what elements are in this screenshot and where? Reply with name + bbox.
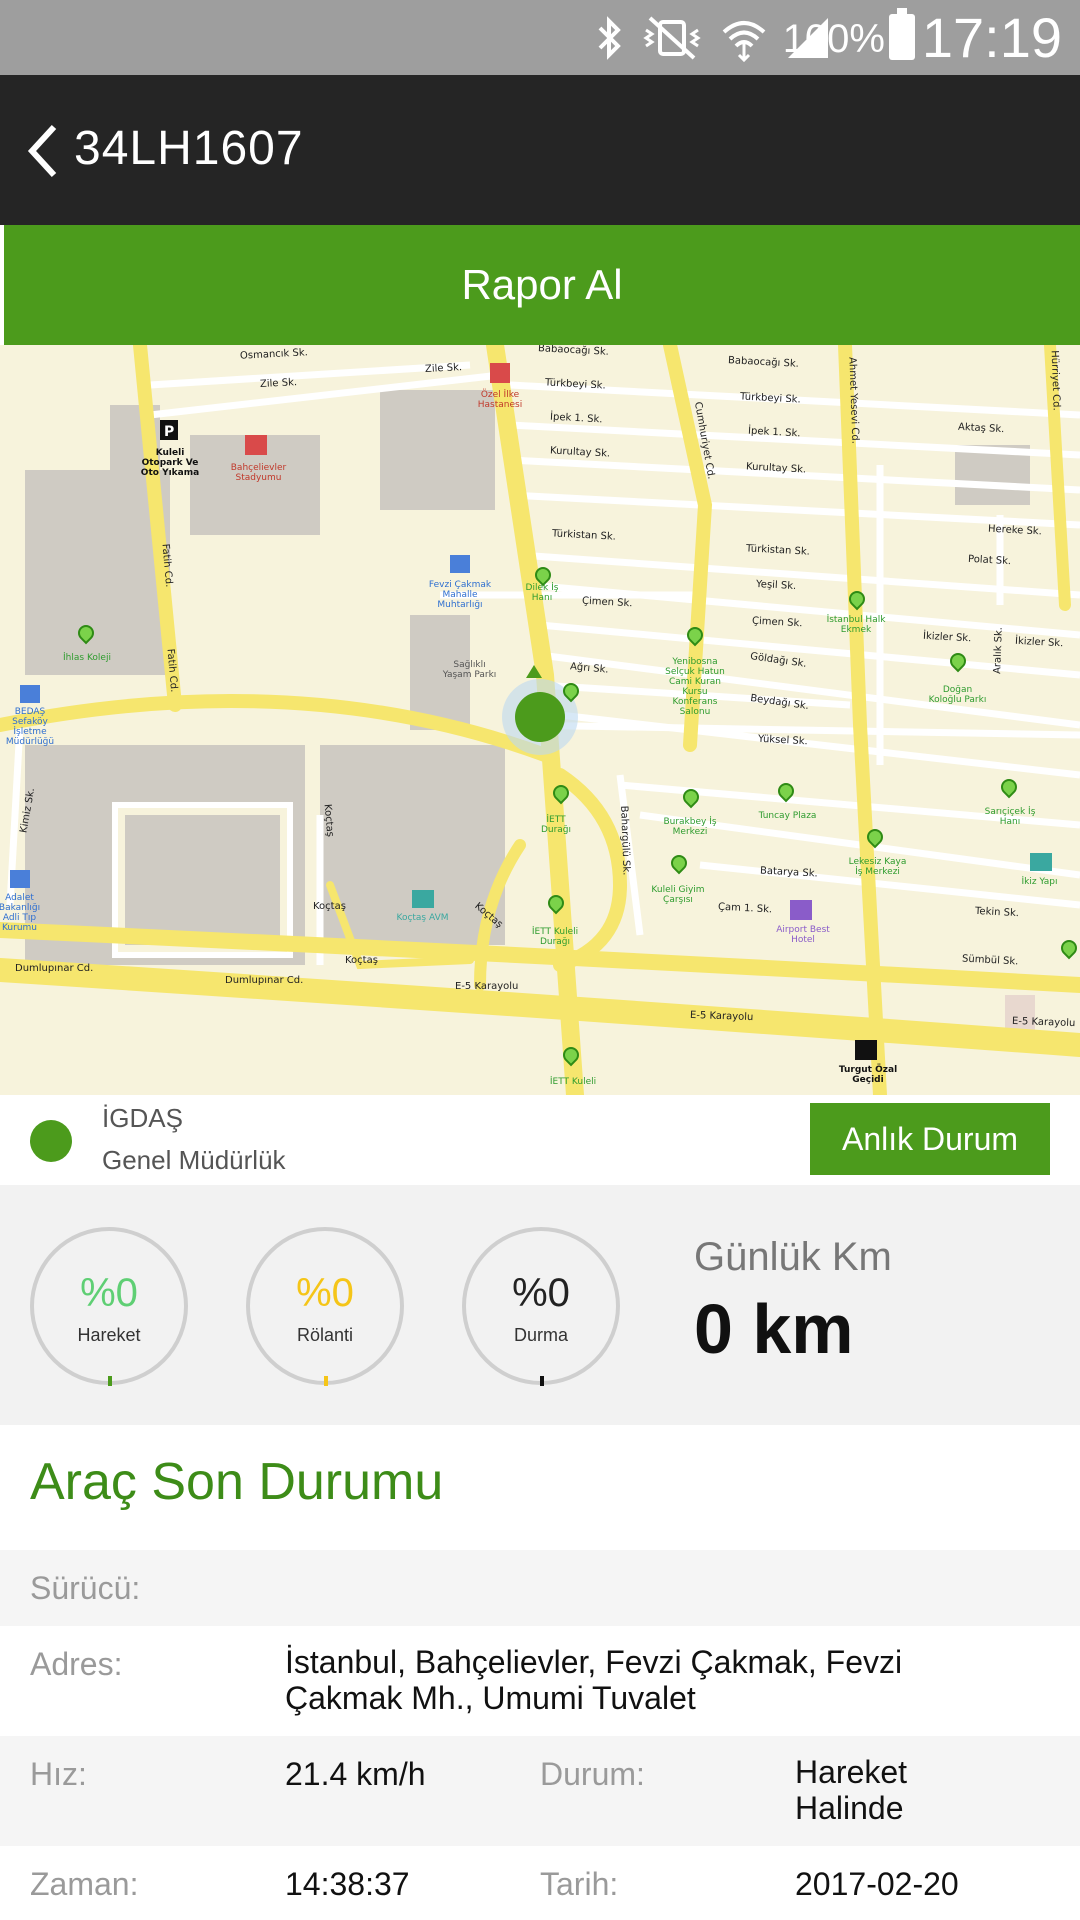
map-poi-label: İETT Durağı <box>540 815 572 835</box>
state-label: Durum: <box>540 1756 645 1792</box>
speed-label: Hız: <box>30 1756 87 1792</box>
map-poi-label: Kuleli Giyim Çarşısı <box>651 885 705 905</box>
time-value: 14:38:37 <box>285 1866 410 1902</box>
gauge-tick <box>540 1376 544 1386</box>
vehicle-status-dot <box>30 1120 72 1162</box>
speed-row: Hız: 21.4 km/h Durum: Hareket Halinde <box>0 1736 1080 1846</box>
company-name: İGDAŞ <box>102 1103 183 1133</box>
map-street-label: Koçtaş <box>345 955 378 966</box>
report-button[interactable]: Rapor Al <box>0 225 1080 345</box>
map-street-label: Tekin Sk. <box>974 905 1020 920</box>
map-street-label: Koçtaş <box>313 901 346 912</box>
vehicle-info: İGDAŞ Genel Müdürlük Anlık Durum <box>0 1095 1080 1185</box>
map-poi-label: Bahçelievler Stadyumu <box>230 463 287 483</box>
map-street-label: Dumlupınar Cd. <box>225 975 304 986</box>
wifi-icon <box>722 21 766 62</box>
map-poi-label: İhlas Koleji <box>63 653 111 663</box>
map-poi-label: İkiz Yapı <box>1021 877 1058 887</box>
map-street-label: E-5 Karayolu <box>1011 1015 1076 1030</box>
vibrate-icon <box>643 16 701 60</box>
map-street-label: Zile Sk. <box>259 377 298 390</box>
clock: 17:19 <box>921 6 1062 69</box>
map-street-label: E-5 Karayolu <box>455 981 519 992</box>
gauge-label: Hareket <box>77 1325 141 1345</box>
map-poi-label: Sağlıklı Yaşam Parkı <box>442 660 497 680</box>
instant-status-button[interactable]: Anlık Durum <box>810 1103 1050 1175</box>
map-poi-label: İETT Kuleli Durağı <box>531 927 579 947</box>
gauge-label: Durma <box>513 1325 568 1345</box>
map-poi-label: Özel İlke Hastanesi <box>477 390 523 410</box>
gauge-tick <box>108 1376 112 1386</box>
map-poi-label: Tuncay Plaza <box>758 811 817 821</box>
map-street-label: Dumlupınar Cd. <box>15 963 94 974</box>
map-poi-label: Fevzi Çakmak Mahalle Muhtarlığı <box>428 580 492 610</box>
map-street-label: E-5 Karayolu <box>689 1009 754 1024</box>
time-label: Zaman: <box>30 1866 139 1902</box>
date-label: Tarih: <box>540 1866 619 1902</box>
stats-panel: %0 Hareket %0 Rölanti %0 Durma Günlük Km… <box>0 1185 1080 1425</box>
map-street-label: Aralık Sk. <box>992 626 1005 675</box>
map-poi-label: BEDAŞ Sefaköy İşletme Müdürlüğü <box>5 707 55 747</box>
map-street-label: Zile Sk. <box>424 362 463 375</box>
gauge-stop: %0 Durma <box>462 1227 620 1386</box>
map-poi-label: Kuleli Otopark Ve Oto Yıkama <box>140 448 200 478</box>
address-label: Adres: <box>30 1646 123 1682</box>
map-poi-label: Airport Best Hotel <box>776 925 830 945</box>
map-poi-label: Sarıçiçek İş Hanı <box>984 807 1036 827</box>
gauge-value: %0 <box>512 1271 570 1315</box>
battery-icon <box>889 8 915 60</box>
map-poi-label: Adalet Bakanlığı Adli Tıp Kurumu <box>0 893 41 933</box>
driver-label: Sürücü: <box>30 1570 141 1606</box>
map-view[interactable]: P Osmancık Sk. Zile Sk. Zile Sk. Babaoca… <box>0 345 1080 1095</box>
svg-text:P: P <box>164 424 174 440</box>
app-bar: 34LH1607 <box>0 75 1080 225</box>
department-name: Genel Müdürlük <box>102 1145 286 1175</box>
section-title: Araç Son Durumu <box>30 1453 444 1511</box>
speed-value: 21.4 km/h <box>285 1756 426 1792</box>
map-poi-label: İETT Kuleli <box>549 1077 597 1087</box>
map-poi-label: Koçtaş AVM <box>396 913 449 923</box>
map-poi-label: Dilek İş Hanı <box>525 583 559 603</box>
map-street-label: Hürriyet Cd. <box>1048 350 1062 411</box>
battery-level: 100% <box>782 17 885 61</box>
map-street-label: Yeşil Sk. <box>755 578 797 593</box>
daily-km-title: Günlük Km <box>694 1235 892 1279</box>
address-row: Adres: İstanbul, Bahçelievler, Fevzi Çak… <box>0 1626 1080 1736</box>
gauge-idle: %0 Rölanti <box>246 1227 404 1386</box>
chevron-left-icon <box>27 124 57 178</box>
back-button[interactable] <box>24 121 64 181</box>
page-title: 34LH1607 <box>74 122 304 175</box>
map-poi-label: Doğan Koloğlu Parkı <box>928 685 987 705</box>
daily-km-value: 0 km <box>694 1290 854 1368</box>
gauge-value: %0 <box>80 1271 138 1315</box>
map-poi-label: İstanbul Halk Ekmek <box>826 615 886 635</box>
bluetooth-icon <box>598 16 621 60</box>
map-poi-label: Burakbey İş Merkezi <box>663 817 717 837</box>
gauge-tick <box>324 1376 328 1386</box>
date-value: 2017-02-20 <box>795 1866 959 1902</box>
gauge-movement: %0 Hareket <box>30 1227 188 1386</box>
map-street-label: Aktaş Sk. <box>957 421 1005 436</box>
gauge-value: %0 <box>296 1271 354 1315</box>
map-street-label: Polat Sk. <box>967 553 1012 568</box>
driver-row: Sürücü: <box>0 1550 1080 1626</box>
map-poi-label: Yenibosna Selçuk Hatun Cami Kuran Kursu … <box>665 657 725 717</box>
gauge-label: Rölanti <box>296 1325 354 1345</box>
address-value: İstanbul, Bahçelievler, Fevzi Çakmak, Fe… <box>285 1644 903 1716</box>
map-poi-label: Lekesiz Kaya İş Merkezi <box>848 857 907 877</box>
state-value: Hareket Halinde <box>795 1754 908 1826</box>
time-row: Zaman: 14:38:37 Tarih: 2017-02-20 <box>0 1846 1080 1920</box>
map-poi-label: Turgut Özal Geçidi <box>838 1065 898 1085</box>
status-bar: 100% 17:19 <box>0 0 1080 75</box>
